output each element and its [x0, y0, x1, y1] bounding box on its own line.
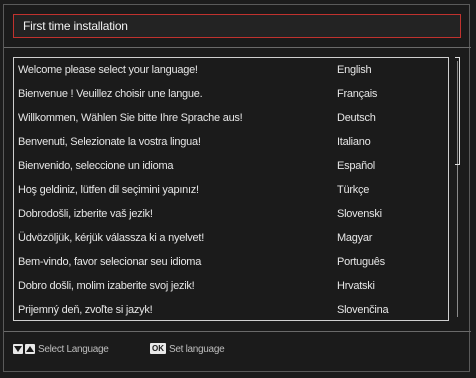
ok-key-icon: OK: [150, 343, 166, 354]
welcome-message: Willkommen, Wählen Sie bitte Ihre Sprach…: [18, 112, 243, 124]
language-name: English: [337, 64, 372, 76]
title-bar: First time installation: [13, 14, 461, 38]
list-scrollbar[interactable]: [453, 57, 461, 321]
language-item-deutsch[interactable]: Willkommen, Wählen Sie bitte Ihre Sprach…: [14, 106, 448, 130]
language-name: Italiano: [337, 136, 371, 148]
language-name: Português: [337, 256, 385, 268]
language-item-hrvatski[interactable]: Dobro došli, molim izaberite svoj jezik!…: [14, 274, 448, 298]
language-item-espanol[interactable]: Bienvenido, seleccione un idioma Español: [14, 154, 448, 178]
language-name: Slovenski: [337, 208, 382, 220]
language-name: Magyar: [337, 232, 373, 244]
welcome-message: Benvenuti, Selezionate la vostra lingua!: [18, 136, 201, 148]
scrollbar-thumb[interactable]: [455, 57, 460, 165]
language-name: Deutsch: [337, 112, 376, 124]
language-item-turkce[interactable]: Hoş geldiniz, lütfen dil seçimini yapını…: [14, 178, 448, 202]
header-divider: [4, 47, 471, 48]
set-language-hint: Set language: [169, 344, 225, 355]
welcome-message: Dobrodošli, izberite vaš jezik!: [18, 208, 153, 220]
footer-divider: [4, 331, 471, 332]
language-name: Español: [337, 160, 376, 172]
select-language-hint: Select Language: [38, 344, 109, 355]
tv-screen: First time installation Welcome please s…: [0, 0, 476, 378]
language-item-magyar[interactable]: Üdvözöljük, kérjük válassza ki a nyelvet…: [14, 226, 448, 250]
welcome-message: Bienvenue ! Veuillez choisir une langue.: [18, 88, 203, 100]
first-time-installation-dialog: First time installation Welcome please s…: [3, 4, 471, 372]
language-name: Français: [337, 88, 378, 100]
welcome-message: Bem-vindo, favor selecionar seu idioma: [18, 256, 202, 268]
language-item-portugues[interactable]: Bem-vindo, favor selecionar seu idioma P…: [14, 250, 448, 274]
welcome-message: Hoş geldiniz, lütfen dil seçimini yapını…: [18, 184, 199, 196]
arrow-down-icon: [13, 344, 23, 354]
welcome-message: Üdvözöljük, kérjük válassza ki a nyelvet…: [18, 232, 204, 244]
language-item-francais[interactable]: Bienvenue ! Veuillez choisir une langue.…: [14, 82, 448, 106]
footer-hints: Select Language OK Set language: [4, 338, 471, 368]
welcome-message: Welcome please select your language!: [18, 64, 198, 76]
arrow-up-icon: [25, 344, 35, 354]
welcome-message: Dobro došli, molim izaberite svoj jezik!: [18, 280, 195, 292]
dialog-title: First time installation: [23, 19, 128, 33]
language-item-english[interactable]: Welcome please select your language! Eng…: [14, 58, 448, 82]
language-item-slovencina[interactable]: Prijemný deň, zvoľte si jazyk! Slovenčin…: [14, 298, 448, 322]
language-item-italiano[interactable]: Benvenuti, Selezionate la vostra lingua!…: [14, 130, 448, 154]
language-list[interactable]: Welcome please select your language! Eng…: [13, 57, 449, 321]
language-name: Türkçe: [337, 184, 370, 196]
language-name: Slovenčina: [337, 304, 389, 316]
welcome-message: Bienvenido, seleccione un idioma: [18, 160, 174, 172]
language-name: Hrvatski: [337, 280, 375, 292]
language-item-slovenski[interactable]: Dobrodošli, izberite vaš jezik! Slovensk…: [14, 202, 448, 226]
welcome-message: Prijemný deň, zvoľte si jazyk!: [18, 304, 153, 316]
